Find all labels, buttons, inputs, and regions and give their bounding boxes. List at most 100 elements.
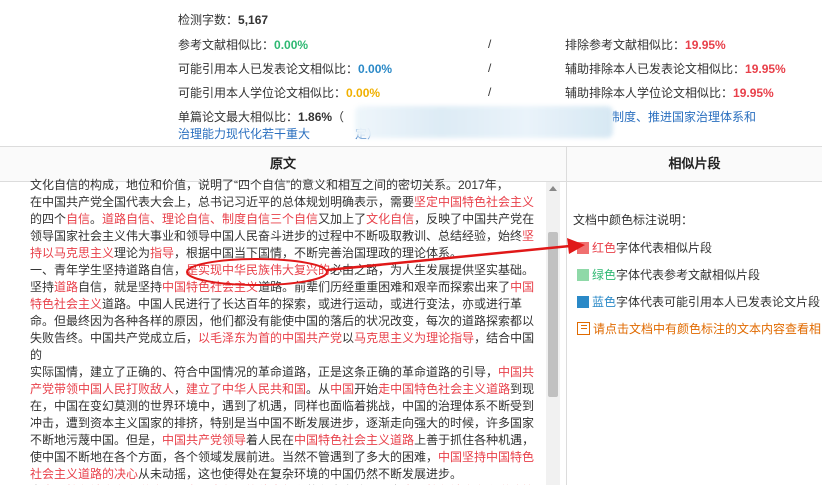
aux-excl-pub-label: 辅助排除本人已发表论文相似比：: [565, 62, 746, 76]
document-text: 道路。中国人民进行了长达百年的探索，或进行运动，或进行变法，亦或进行革: [102, 297, 523, 311]
original-text-body[interactable]: 文化自信的构成，地位和价值，说明了“四个自信”的意义和相互之间的密切关系。201…: [30, 177, 538, 485]
document-text: 一、青年学生坚持道路自信，: [30, 263, 187, 277]
similar-fragment[interactable]: 特色社会主义: [30, 297, 102, 311]
ref-sim-value: 0.00%: [274, 38, 309, 52]
scrollbar-thumb[interactable]: [548, 232, 558, 397]
separator-slash: /: [488, 37, 492, 51]
max-sim-label: 单篇论文最大相似比：: [178, 110, 299, 124]
similar-fragment[interactable]: 中国共产党领导: [162, 433, 246, 447]
excl-ref-row: 排除参考文献相似比：19.95%: [565, 37, 726, 53]
click-hint: 请点击文档中有颜色标注的文本内容查看相: [577, 320, 821, 337]
scroll-up-arrow-icon[interactable]: [546, 182, 560, 194]
similar-fragments-title: 相似片段: [567, 147, 822, 182]
document-line: 命。但最终因为各种各样的原因，他们都没有能使中国的落后的状况改变，每次的道路探索…: [30, 313, 538, 330]
similar-fragment[interactable]: 坚定中国特色社会主义: [414, 195, 534, 209]
legend-item-green: 绿色字体代表参考文献相似片段: [577, 266, 760, 283]
document-text: 从未动摇，这也使得处在复杂环境的中国仍然不断发展进步。: [138, 467, 463, 481]
self-pub-row: 可能引用本人已发表论文相似比：0.00%: [178, 61, 392, 77]
similar-fragment[interactable]: 中国共产党: [282, 331, 342, 345]
document-text: 上善于抓住各种机遇，: [414, 433, 535, 447]
similar-fragment[interactable]: 中国坚持中国特色: [438, 450, 534, 464]
document-text: 使中国不断地在各个方面，各个领域发展前进。当然不管遇到了多大的困难，: [30, 450, 439, 464]
document-line: 社会主义道路的决心从未动摇，这也使得处在复杂环境的中国仍然不断发展进步。: [30, 466, 538, 483]
similar-fragment[interactable]: 建立了中华人民共和国: [186, 382, 306, 396]
document-text: 到现: [510, 382, 535, 396]
self-degree-value: 0.00%: [346, 86, 381, 100]
similar-fragment[interactable]: 中国: [330, 382, 354, 396]
document-text: 理论为: [114, 246, 151, 260]
aux-excl-pub-row: 辅助排除本人已发表论文相似比：19.95%: [565, 61, 786, 77]
document-line: 特色社会主义道路。中国人民进行了长达百年的探索，或进行运动，或进行变法，亦或进行…: [30, 296, 538, 313]
document-line: 持以马克思主义理论为指导，根据中国当下国情，不断完善治国理政的理论体系。: [30, 245, 538, 262]
similar-fragment[interactable]: 中国共: [498, 365, 534, 379]
detection-summary: 检测字数：5,167 参考文献相似比：0.00% / 排除参考文献相似比：19.…: [0, 0, 822, 146]
self-degree-label: 可能引用本人学位论文相似比：: [178, 86, 347, 100]
document-text: 。: [90, 212, 103, 226]
similar-fragment[interactable]: 马克思主义为理论指导: [354, 331, 474, 345]
similar-fragment[interactable]: 中国特色社会主义: [162, 280, 258, 294]
document-text: 的四个: [30, 212, 67, 226]
max-sim-source-link[interactable]: 制度、推进国家治理体系和: [612, 109, 756, 125]
similar-fragments-panel: 相似片段 文档中颜色标注说明： 红色字体代表相似片段 绿色字体代表参考文献相似片…: [567, 147, 822, 485]
document-line: 在，中国在变幻莫测的世界环境中，遇到了机遇，同样也面临着挑战，中国的治理体系不断…: [30, 398, 538, 415]
document-text: 在中国共产党全国代表大会上，总书记习近平的总体规划明确表示，需要: [30, 195, 415, 209]
similar-fragment[interactable]: 道路: [54, 280, 78, 294]
legend-text: 字体代表相似片段: [616, 241, 713, 255]
similar-fragment[interactable]: 以毛泽东为首的: [198, 331, 282, 345]
document-text: 在，中国在变幻莫测的世界环境中，遇到了机遇，同样也面临着挑战，中国的治理体系不断…: [30, 399, 535, 413]
document-line: 文化自信的构成，地位和价值，说明了“四个自信”的意义和相互之间的密切关系。201…: [30, 177, 538, 194]
similar-fragment[interactable]: 自信: [66, 212, 90, 226]
scrollbar[interactable]: [546, 182, 560, 485]
document-text: 。从: [306, 382, 331, 396]
max-sim-source-link-2[interactable]: 治理能力现代化若干重大: [178, 127, 310, 141]
legend-text: 字体代表可能引用本人已发表论文片段: [616, 295, 821, 309]
blue-swatch-icon: [577, 296, 589, 308]
similar-fragment[interactable]: 坚: [522, 229, 534, 243]
separator-slash: /: [488, 85, 492, 99]
similar-fragment[interactable]: 道路自信、理论自信、制度自信三个自信: [102, 212, 318, 226]
similar-fragment[interactable]: 走中国特色社会主义道路: [378, 382, 510, 396]
similar-fragment[interactable]: 文化自信: [366, 212, 414, 226]
similar-fragment[interactable]: 指导: [150, 246, 174, 260]
similar-fragment[interactable]: 是实现中华民族伟大复兴的: [186, 263, 330, 277]
aux-excl-degree-row: 辅助排除本人学位论文相似比：19.95%: [565, 85, 774, 101]
aux-excl-pub-value: 19.95%: [745, 62, 786, 76]
document-text: 必由之路，为人生发展提供坚实基础。: [330, 263, 535, 277]
similar-fragment[interactable]: 中国特色社会主义道路: [294, 433, 414, 447]
comparison-panels: 原文 文化自信的构成，地位和价值，说明了“四个自信”的意义和相互之间的密切关系。…: [0, 146, 822, 485]
document-line: 一、青年学生坚持道路自信，是实现中华民族伟大复兴的必由之路，为人生发展提供坚实基…: [30, 262, 538, 279]
max-sim-value: 1.86%: [298, 110, 333, 124]
document-line: 坚持道路自信，就是坚持中国特色社会主义道路。前辈们历经重重困难和艰辛而探索出来了…: [30, 279, 538, 296]
max-sim-line2: 治理能力现代化若干重大: [178, 126, 310, 142]
document-text: 领导国家社会主义伟大事业和领导中国人民奋斗进步的过程中不断吸取教训、总结经验，始…: [30, 229, 523, 243]
word-count-row: 检测字数：5,167: [178, 12, 268, 28]
original-text-panel: 原文 文化自信的构成，地位和价值，说明了“四个自信”的意义和相互之间的密切关系。…: [0, 147, 567, 485]
document-text: 开始: [354, 382, 379, 396]
redacted-blur: [355, 106, 613, 138]
document-line: 领导国家社会主义伟大事业和领导中国人民奋斗进步的过程中不断吸取教训、总结经验，始…: [30, 228, 538, 245]
document-line: 不断地污蔑中国。但是，中国共产党领导着人民在中国特色社会主义道路上善于抓住各种机…: [30, 432, 538, 449]
document-text: 自信，就是坚持: [78, 280, 163, 294]
document-text: 以: [342, 331, 355, 345]
note-icon: [577, 322, 590, 335]
document-text: 冲击，遭到资本主义国家的排挤，特别是当中国不断发展进步，逐渐走向强大的时候，许多…: [30, 416, 535, 430]
max-sim-paren: （: [332, 110, 345, 124]
document-text: 命。但最终因为各种各样的原因，他们都没有能使中国的落后的状况改变，每次的道路探索…: [30, 314, 535, 328]
document-line: 在中国共产党全国代表大会上，总书记习近平的总体规划明确表示，需要坚定中国特色社会…: [30, 194, 538, 211]
ref-sim-label: 参考文献相似比：: [178, 38, 275, 52]
document-text: ，根据中国当下国情，不断完善治国理政的理论体系。: [174, 246, 463, 260]
self-pub-label: 可能引用本人已发表论文相似比：: [178, 62, 359, 76]
similar-fragment[interactable]: 中国: [510, 280, 534, 294]
similar-fragment[interactable]: 社会主义道路的决心: [30, 467, 138, 481]
document-line: 使中国不断地在各个方面，各个领域发展前进。当然不管遇到了多大的困难，中国坚持中国…: [30, 449, 538, 466]
document-line: 产党带领中国人民打败敌人，建立了中华人民共和国。从中国开始走中国特色社会主义道路…: [30, 381, 538, 398]
document-line: 失败告终。中国共产党成立后，以毛泽东为首的中国共产党以马克思主义为理论指导，结合…: [30, 330, 538, 364]
document-line: 的四个自信。道路自信、理论自信、制度自信三个自信又加上了文化自信，反映了中国共产…: [30, 211, 538, 228]
document-text: 坚持: [30, 280, 55, 294]
red-swatch-icon: [577, 242, 589, 254]
similar-fragment[interactable]: 产党带领中国人民打败敌人: [30, 382, 174, 396]
similar-fragment[interactable]: 持以马克思主义: [30, 246, 114, 260]
green-swatch-icon: [577, 269, 589, 281]
document-text: 文化自信的构成，地位和价值，说明了“四个自信”的意义和相互之间的密切关系。201…: [30, 178, 509, 192]
self-pub-value: 0.00%: [358, 62, 393, 76]
